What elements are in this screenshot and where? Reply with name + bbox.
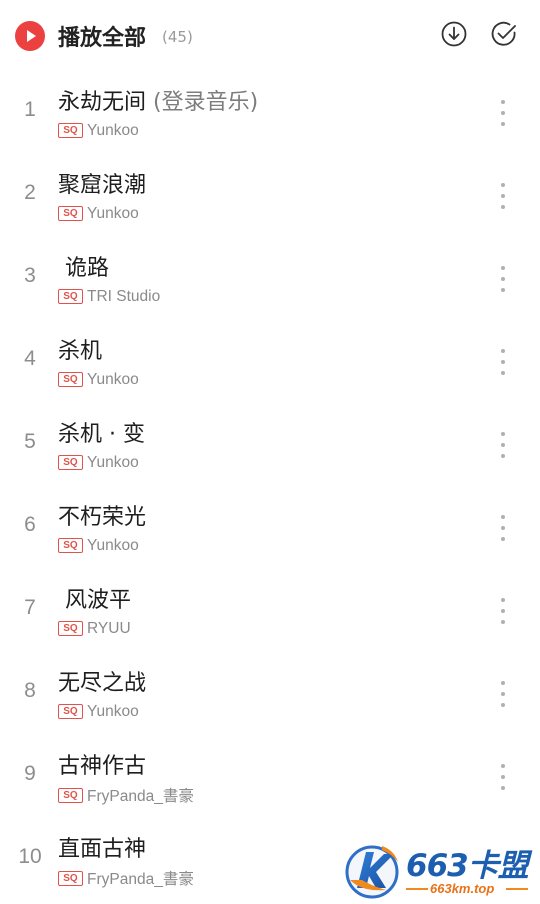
song-title: 诡路 [58, 250, 109, 282]
brand-logo-icon [345, 845, 399, 899]
song-title: 聚窟浪潮 [58, 167, 146, 199]
song-row-6[interactable]: 6 不朽荣光 SQ Yunkoo [0, 485, 540, 568]
watermark-divider [506, 888, 528, 890]
sq-badge: SQ [58, 206, 83, 221]
song-title-text: 不朽荣光 [58, 505, 147, 530]
track-number: 7 [24, 596, 36, 619]
track-number: 3 [24, 264, 36, 287]
check-circle-icon [491, 21, 516, 46]
more-options-button[interactable] [491, 760, 515, 794]
more-options-button[interactable] [491, 179, 515, 213]
song-row-4[interactable]: 4 杀机 SQ Yunkoo [0, 319, 540, 402]
song-title-extra: (登录音乐) [146, 90, 259, 115]
watermark: 663卡盟 663km.top [338, 838, 538, 904]
more-options-button[interactable] [491, 345, 515, 379]
watermark-divider [406, 888, 428, 890]
sq-badge: SQ [58, 621, 83, 636]
multi-select-button[interactable] [490, 20, 518, 48]
watermark-title: 663卡盟 [406, 848, 529, 884]
download-all-button[interactable] [440, 20, 468, 48]
sq-badge: SQ [58, 870, 83, 886]
sq-badge: SQ [58, 123, 83, 138]
sq-badge: SQ [58, 289, 83, 304]
song-row-9[interactable]: 9 古神作古 SQ FryPanda_書豪 [0, 734, 540, 817]
song-title-text: 无尽之战 [58, 671, 147, 696]
sq-badge: SQ [58, 372, 83, 387]
song-title-text: 古神作古 [58, 754, 147, 779]
more-options-button[interactable] [491, 96, 515, 130]
song-meta: SQ Yunkoo [58, 535, 139, 555]
track-number: 1 [24, 98, 36, 121]
song-meta: SQ FryPanda_書豪 [58, 784, 194, 805]
song-row-5[interactable]: 5 杀机 · 变 SQ Yunkoo [0, 402, 540, 485]
song-title-text: 杀机 [58, 339, 103, 364]
song-row-7[interactable]: 7 风波平 SQ RYUU [0, 568, 540, 651]
list-header: 播放全部 (45) [0, 0, 540, 70]
artist-name[interactable]: Yunkoo [87, 454, 139, 472]
more-options-button[interactable] [491, 262, 515, 296]
track-number: 10 [18, 845, 42, 868]
song-meta: SQ RYUU [58, 618, 131, 638]
artist-name[interactable]: TRI Studio [87, 288, 160, 306]
song-meta: SQ TRI Studio [58, 286, 160, 306]
song-meta: SQ Yunkoo [58, 452, 139, 472]
song-title: 永劫无间 (登录音乐) [58, 84, 258, 116]
song-title: 不朽荣光 [58, 499, 146, 531]
song-title: 杀机 · 变 [58, 416, 145, 448]
song-row-8[interactable]: 8 无尽之战 SQ Yunkoo [0, 651, 540, 734]
song-title: 风波平 [58, 582, 131, 614]
artist-name[interactable]: Yunkoo [87, 703, 139, 721]
artist-name[interactable]: RYUU [87, 620, 131, 638]
song-meta: SQ FryPanda_書豪 [58, 867, 194, 888]
song-meta: SQ Yunkoo [58, 120, 139, 140]
sq-badge: SQ [58, 538, 83, 553]
song-meta: SQ Yunkoo [58, 369, 139, 389]
song-title-text: 聚窟浪潮 [58, 173, 147, 198]
track-number: 6 [24, 513, 36, 536]
download-icon [441, 21, 467, 47]
track-number: 9 [24, 762, 36, 785]
play-all-button[interactable] [15, 21, 45, 51]
song-title: 无尽之战 [58, 665, 146, 697]
song-title-text: 诡路 [58, 256, 109, 281]
artist-name[interactable]: FryPanda_書豪 [87, 867, 194, 889]
song-row-1[interactable]: 1 永劫无间 (登录音乐) SQ Yunkoo [0, 70, 540, 153]
track-number: 5 [24, 430, 36, 453]
artist-name[interactable]: Yunkoo [87, 122, 139, 140]
artist-name[interactable]: Yunkoo [87, 205, 139, 223]
artist-name[interactable]: FryPanda_書豪 [87, 784, 194, 806]
more-options-button[interactable] [491, 677, 515, 711]
play-circle-icon [27, 30, 36, 42]
play-all-label[interactable]: 播放全部 [58, 20, 146, 52]
song-meta: SQ Yunkoo [58, 203, 139, 223]
song-title-text: 直面古神 [58, 837, 147, 862]
track-number: 2 [24, 181, 36, 204]
song-count: (45) [162, 28, 193, 46]
more-options-button[interactable] [491, 511, 515, 545]
track-number: 8 [24, 679, 36, 702]
sq-badge: SQ [58, 455, 83, 470]
more-options-button[interactable] [491, 594, 515, 628]
artist-name[interactable]: Yunkoo [87, 371, 139, 389]
song-title: 直面古神 [58, 831, 146, 863]
sq-badge: SQ [58, 704, 83, 719]
song-title-text: 风波平 [58, 588, 131, 613]
song-title: 杀机 [58, 333, 102, 365]
sq-badge: SQ [58, 787, 83, 803]
artist-name[interactable]: Yunkoo [87, 537, 139, 555]
more-options-button[interactable] [491, 428, 515, 462]
song-title-text: 永劫无间 [58, 90, 147, 115]
song-list: 1 永劫无间 (登录音乐) SQ Yunkoo 2 聚窟浪潮 SQ Yunkoo 3… [0, 70, 540, 900]
song-row-2[interactable]: 2 聚窟浪潮 SQ Yunkoo [0, 153, 540, 236]
song-meta: SQ Yunkoo [58, 701, 139, 721]
song-row-3[interactable]: 3 诡路 SQ TRI Studio [0, 236, 540, 319]
song-title-text: 杀机 · 变 [58, 422, 145, 447]
watermark-url: 663km.top [430, 881, 495, 896]
track-number: 4 [24, 347, 36, 370]
song-title: 古神作古 [58, 748, 146, 780]
